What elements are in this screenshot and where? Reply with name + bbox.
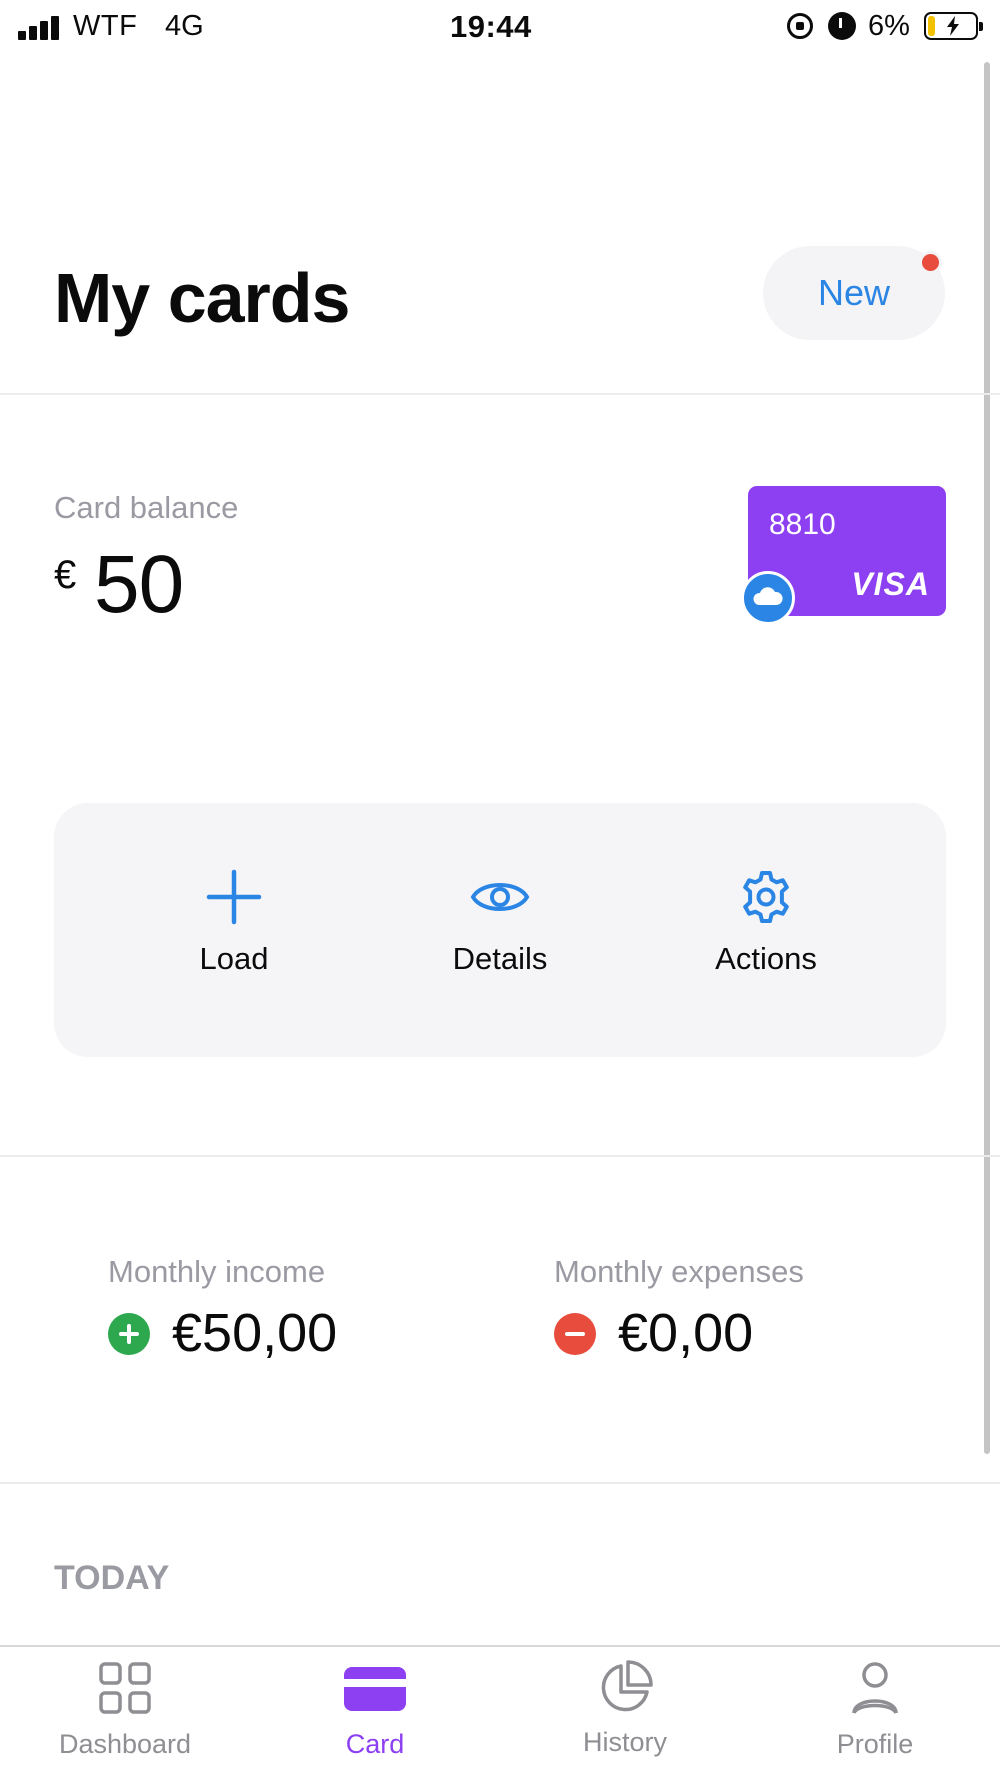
status-bar: WTF 4G 19:44 6% [0,0,1000,56]
actions-divider [0,1155,1000,1157]
cloud-icon [741,571,795,625]
header-divider [0,393,1000,395]
alarm-icon [828,12,856,40]
balance-currency: € [54,553,77,597]
pie-chart-icon [601,1660,653,1712]
battery-charging-icon [924,12,983,40]
page-title: My cards [54,259,350,337]
monthly-expenses-label: Monthly expenses [554,1254,804,1289]
section-heading-today: TODAY [54,1559,170,1597]
card-actions-panel: Load Details Actions [54,803,946,1057]
tab-profile-label: Profile [836,1729,914,1759]
tab-history[interactable]: History [525,1660,725,1758]
monthly-expenses-value: €0,00 [618,1303,754,1363]
balance-label: Card balance [54,490,239,525]
income-plus-icon [108,1313,150,1355]
balance-amount: 50 [94,539,184,630]
tab-profile[interactable]: Profile [775,1661,975,1760]
card-last-four: 8810 [769,508,836,541]
tab-card[interactable]: Card [275,1661,475,1760]
card-icon [344,1667,406,1711]
grid-icon [99,1662,151,1714]
tab-bar: Dashboard Card History Profile [0,1645,1000,1778]
actions-button[interactable]: Actions [666,867,866,977]
expenses-minus-icon [554,1313,596,1355]
tab-card-label: Card [345,1729,405,1759]
monthly-income-label: Monthly income [108,1254,326,1289]
actions-label: Actions [715,941,817,976]
tab-history-label: History [582,1727,667,1757]
person-icon [852,1662,898,1715]
new-card-button[interactable]: New [763,246,945,340]
status-time: 19:44 [450,9,532,44]
load-button[interactable]: Load [134,867,334,977]
eye-icon [470,883,530,911]
details-button[interactable]: Details [400,867,600,977]
plus-icon [206,869,262,925]
monthly-divider [0,1482,1000,1484]
carrier-name: WTF [73,10,138,42]
network-type: 4G [165,10,204,42]
card-brand-logo: VISA [851,566,930,602]
battery-percent: 6% [868,10,910,42]
tab-dashboard-label: Dashboard [58,1729,192,1759]
gear-icon [743,871,789,923]
signal-icon [18,16,64,40]
scroll-indicator[interactable] [984,62,990,1454]
load-label: Load [199,941,269,976]
orientation-lock-icon [787,13,813,39]
details-label: Details [452,941,548,976]
tab-dashboard[interactable]: Dashboard [25,1661,225,1760]
monthly-income-value: €50,00 [172,1303,338,1363]
notification-dot [919,251,942,274]
